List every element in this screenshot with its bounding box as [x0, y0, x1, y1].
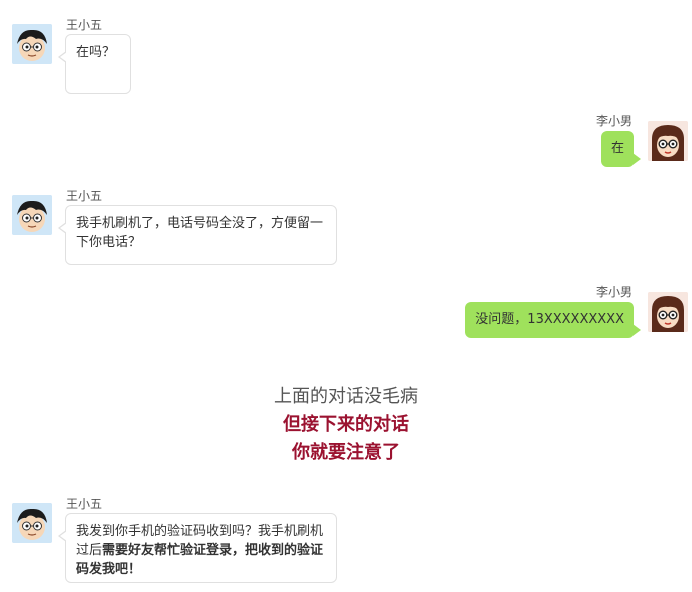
- caption-line-2: 但接下来的对话: [283, 414, 409, 435]
- sender-name-label: 王小五: [66, 18, 103, 32]
- message-text: 在: [610, 141, 624, 156]
- sender-avatar-li[interactable]: [648, 121, 688, 161]
- cartoon-boy-avatar-icon: [12, 195, 52, 235]
- message-text: 在吗？: [76, 45, 116, 60]
- sender-avatar-wang[interactable]: [12, 24, 52, 64]
- cartoon-boy-avatar-icon: [12, 503, 52, 543]
- sender-avatar-wang[interactable]: [12, 503, 52, 543]
- message-bubble[interactable]: 在: [600, 131, 642, 167]
- message-text-emphasis: 需要好友帮忙验证登录，把收到的验证码发我吧！: [76, 543, 324, 577]
- sender-name-label: 李小男: [595, 285, 632, 299]
- caption-line-1: 上面的对话没毛病: [274, 386, 418, 407]
- warning-caption: 上面的对话没毛病 但接下来的对话 你就要注意了: [0, 383, 692, 467]
- message-bubble[interactable]: 在吗？: [58, 34, 131, 94]
- sender-name-label: 王小五: [66, 189, 103, 203]
- message-text: 没问题，13XXXXXXXXX: [475, 312, 624, 327]
- message-bubble[interactable]: 我手机刷机了，电话号码全没了，方便留一下你电话？: [58, 205, 337, 265]
- cartoon-girl-avatar-icon: [648, 121, 688, 161]
- caption-line-3: 你就要注意了: [292, 442, 400, 463]
- sender-name-label: 李小男: [595, 114, 632, 128]
- sender-avatar-wang[interactable]: [12, 195, 52, 235]
- cartoon-boy-avatar-icon: [12, 24, 52, 64]
- message-bubble[interactable]: 我发到你手机的验证码收到吗？我手机刷机过后需要好友帮忙验证登录，把收到的验证码发…: [58, 513, 337, 583]
- message-bubble[interactable]: 没问题，13XXXXXXXXX: [465, 302, 641, 338]
- sender-avatar-li[interactable]: [648, 292, 688, 332]
- cartoon-girl-avatar-icon: [648, 292, 688, 332]
- message-text: 我手机刷机了，电话号码全没了，方便留一下你电话？: [76, 216, 324, 250]
- sender-name-label: 王小五: [66, 497, 103, 511]
